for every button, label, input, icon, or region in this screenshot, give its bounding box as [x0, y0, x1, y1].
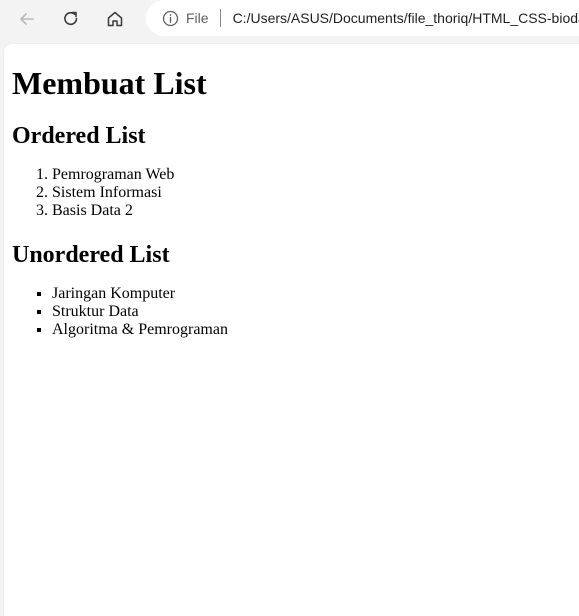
arrow-left-icon	[20, 13, 34, 25]
unordered-list-heading: Unordered List	[12, 242, 170, 268]
list-item: Basis Data 2	[52, 202, 571, 220]
info-icon[interactable]	[162, 10, 179, 27]
reload-icon	[64, 11, 78, 26]
url-text[interactable]: C:/Users/ASUS/Documents/file_thoriq/HTML…	[233, 10, 579, 26]
browser-toolbar: File C:/Users/ASUS/Documents/file_thoriq…	[0, 0, 579, 42]
list-item: Sistem Informasi	[52, 184, 571, 202]
list-item: Jaringan Komputer	[52, 285, 571, 303]
ordered-list: Pemrograman Web Sistem Informasi Basis D…	[12, 166, 571, 220]
home-icon	[107, 11, 123, 27]
list-item: Pemrograman Web	[52, 166, 571, 184]
page-viewport: Membuat List Ordered List Pemrograman We…	[4, 44, 579, 616]
page-content: Membuat List Ordered List Pemrograman We…	[4, 65, 579, 339]
protocol-label: File	[186, 10, 209, 26]
list-item: Algoritma & Pemrograman	[52, 321, 571, 339]
reload-button[interactable]	[56, 4, 86, 34]
ordered-list-heading: Ordered List	[12, 123, 146, 149]
page-title: Membuat List	[12, 65, 207, 101]
back-button[interactable]	[12, 4, 42, 34]
address-bar[interactable]: File C:/Users/ASUS/Documents/file_thoriq…	[146, 0, 579, 36]
home-button[interactable]	[100, 4, 130, 34]
address-divider	[219, 9, 221, 27]
unordered-list: Jaringan Komputer Struktur Data Algoritm…	[12, 285, 571, 339]
list-item: Struktur Data	[52, 303, 571, 321]
